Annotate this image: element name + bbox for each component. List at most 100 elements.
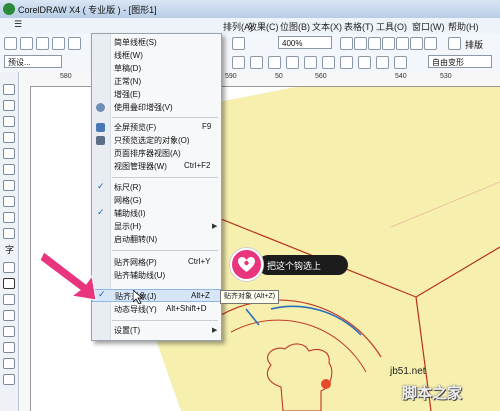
- open-icon[interactable]: [20, 37, 33, 50]
- zoom-in-icon[interactable]: [340, 37, 353, 50]
- menu-item-label: 线框(W): [114, 51, 143, 60]
- shape-mode-combo[interactable]: 自由变形: [428, 55, 492, 68]
- view-menu: 简单线框(S) 线框(W) 草稿(D) 正常(N) 增强(E) 使用叠印增强(V…: [91, 33, 222, 341]
- ruler-number: 540: [395, 73, 407, 80]
- menu-item-shortcut: Ctrl+F2: [184, 161, 211, 170]
- watermark-url: jb51.net: [390, 366, 426, 377]
- menu-item-snap-to-grid[interactable]: 贴齐网格(P) Ctrl+Y: [92, 256, 221, 269]
- zoom-width-icon[interactable]: [410, 37, 423, 50]
- watermark-name: 脚本之家: [402, 385, 463, 402]
- property-icon-8[interactable]: [358, 56, 371, 69]
- text-tool-icon[interactable]: 字: [5, 243, 14, 256]
- menu-item-draft[interactable]: 草稿(D): [92, 62, 221, 75]
- menu-item-normal[interactable]: 正常(N): [92, 75, 221, 88]
- connector-tool-icon[interactable]: [3, 294, 15, 305]
- menu-item-label: 草稿(D): [114, 64, 142, 73]
- table-tool-icon[interactable]: [3, 262, 15, 273]
- save-icon[interactable]: [36, 37, 49, 50]
- ruler-number: 560: [315, 73, 327, 80]
- menu-item-grid[interactable]: 网格(G): [92, 194, 221, 207]
- menu-item-overprint-enhanced[interactable]: 使用叠印增强(V): [92, 101, 221, 114]
- coreldraw-app-icon[interactable]: [3, 3, 15, 15]
- property-icon-3[interactable]: [268, 56, 281, 69]
- menu-item-preview-selected[interactable]: 只预览选定的对象(O): [92, 134, 221, 147]
- menu-item-label: 视图管理器(W): [114, 162, 167, 171]
- menu-effects[interactable]: 效果(C): [248, 20, 279, 33]
- property-icon-4[interactable]: [286, 56, 299, 69]
- ellipse-tool-icon[interactable]: [3, 196, 15, 207]
- polygon-tool-icon[interactable]: [3, 212, 15, 223]
- outline-tool-icon[interactable]: [3, 342, 15, 353]
- callout-text: 把这个钩选上: [267, 261, 322, 271]
- menu-help[interactable]: 帮助(H): [448, 20, 479, 33]
- fill-tool-icon[interactable]: [3, 358, 15, 369]
- print-icon[interactable]: [52, 37, 65, 50]
- menu-item-label: 正常(N): [114, 77, 142, 86]
- snap-tooltip: 贴齐对象 (Alt+Z): [220, 290, 280, 304]
- menu-item-full-screen-preview[interactable]: 全屏预览(F) F9: [92, 121, 221, 134]
- menu-item-rulers[interactable]: ✓ 标尺(R): [92, 181, 221, 194]
- menu-item-label: 贴齐辅助线(U): [114, 271, 166, 280]
- property-icon-9[interactable]: [376, 56, 389, 69]
- property-icon-2[interactable]: [250, 56, 263, 69]
- property-icon-1[interactable]: [232, 56, 245, 69]
- smart-fill-tool-icon[interactable]: [3, 164, 15, 175]
- zoom-all-icon[interactable]: [382, 37, 395, 50]
- menu-item-show[interactable]: 显示(H) ▶: [92, 220, 221, 233]
- menu-item-enable-rollover[interactable]: 启动翻转(N): [92, 233, 221, 246]
- eyedropper-tool-icon[interactable]: [3, 326, 15, 337]
- mouse-cursor-icon: [133, 290, 143, 304]
- rectangle-tool-icon[interactable]: [3, 180, 15, 191]
- zoom-selected-icon[interactable]: [368, 37, 381, 50]
- shape-tool-icon[interactable]: [3, 100, 15, 111]
- zoom-page-icon[interactable]: [396, 37, 409, 50]
- zoom-height-icon[interactable]: [424, 37, 437, 50]
- node-icon[interactable]: [322, 56, 335, 69]
- menu-item-simple-wireframe[interactable]: 简单线框(S): [92, 36, 221, 49]
- property-icon-5[interactable]: [304, 56, 317, 69]
- menu-item-label: 网格(G): [114, 196, 142, 205]
- pick-tool-icon[interactable]: [3, 84, 15, 95]
- heart-badge: [230, 248, 263, 281]
- ruler-number: 530: [440, 73, 452, 80]
- menu-item-file-glyph[interactable]: ☰: [14, 19, 22, 30]
- app-launcher-icon[interactable]: [232, 37, 245, 50]
- menu-item-page-sorter[interactable]: 页面排序器视图(A): [92, 147, 221, 160]
- heart-icon: [238, 257, 255, 272]
- preset-combo[interactable]: 预设...: [4, 55, 62, 68]
- zoom-level-combo[interactable]: 400%: [278, 36, 332, 49]
- preview-selected-icon: [96, 136, 105, 145]
- zoom-tool-icon[interactable]: [3, 132, 15, 143]
- basic-shapes-tool-icon[interactable]: [3, 228, 15, 239]
- zoom-out-icon[interactable]: [354, 37, 367, 50]
- menu-item-label: 只预览选定的对象(O): [114, 136, 190, 145]
- menu-item-setup[interactable]: 设置(T) ▶: [92, 324, 221, 337]
- menu-item-wireframe[interactable]: 线框(W): [92, 49, 221, 62]
- menu-text[interactable]: 文本(X): [312, 20, 342, 33]
- align-label[interactable]: 排版: [465, 38, 483, 51]
- menu-separator: [112, 117, 218, 118]
- cut-icon[interactable]: [68, 37, 81, 50]
- new-document-icon[interactable]: [4, 37, 17, 50]
- ruler-number: 580: [60, 73, 72, 80]
- vertical-ruler[interactable]: [18, 86, 31, 411]
- menu-item-guidelines[interactable]: ✓ 辅助线(I): [92, 207, 221, 220]
- interactive-blend-tool-icon[interactable]: [3, 310, 15, 321]
- menu-item-snap-to-guidelines[interactable]: 贴齐辅助线(U): [92, 269, 221, 282]
- menu-item-enhanced[interactable]: 增强(E): [92, 88, 221, 101]
- interactive-fill-tool-icon[interactable]: [3, 374, 15, 385]
- menu-bitmaps[interactable]: 位图(B): [280, 20, 310, 33]
- menu-item-snap-to-objects[interactable]: ✓ 贴齐对象(J) Alt+Z: [92, 289, 221, 302]
- menu-tools[interactable]: 工具(O): [376, 20, 407, 33]
- property-icon-10[interactable]: [394, 56, 407, 69]
- arrange-icon[interactable]: [448, 37, 461, 50]
- menu-item-view-manager[interactable]: 视图管理器(W) Ctrl+F2: [92, 160, 221, 173]
- window-title: CorelDRAW X4 ( 专业版 ) - [图形1]: [18, 5, 157, 15]
- menu-window[interactable]: 窗口(W): [412, 20, 445, 33]
- menu-table[interactable]: 表格(T): [344, 20, 374, 33]
- dimension-tool-icon[interactable]: [3, 278, 15, 289]
- property-icon-7[interactable]: [340, 56, 353, 69]
- crop-tool-icon[interactable]: [3, 116, 15, 127]
- freehand-tool-icon[interactable]: [3, 148, 15, 159]
- menu-item-dynamic-guides[interactable]: 动态导线(Y) Alt+Shift+D: [92, 303, 221, 316]
